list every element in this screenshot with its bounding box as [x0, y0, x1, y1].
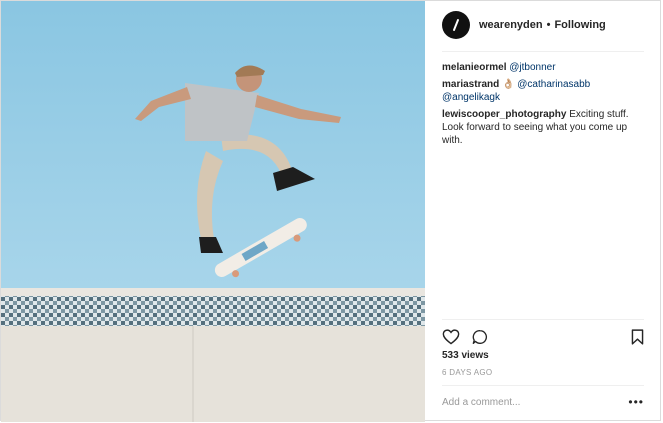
ok-hand-emoji: 👌🏼: [502, 79, 515, 90]
avatar[interactable]: [442, 11, 470, 39]
post-photo[interactable]: [1, 1, 425, 422]
post-header: wearenyden • Following: [442, 10, 606, 40]
actions-divider: [442, 319, 644, 320]
separator-dot: •: [546, 19, 551, 31]
comment-mention[interactable]: @jtbonner: [509, 62, 555, 73]
post-card: wearenyden • Following melanieormel @jtb…: [0, 0, 661, 422]
post-date[interactable]: 6 DAYS AGO: [442, 368, 492, 377]
follow-status-button[interactable]: Following: [554, 19, 605, 31]
post-sidebar: wearenyden • Following melanieormel @jtb…: [426, 1, 660, 420]
comments-list: melanieormel @jtbonner mariastrand 👌🏼 @c…: [442, 61, 647, 151]
comment-mention[interactable]: @catharinasabb: [517, 79, 590, 90]
comment-username[interactable]: mariastrand: [442, 79, 499, 90]
comment-input-divider: [442, 385, 644, 386]
comment-mention[interactable]: @angelikagk: [442, 92, 500, 103]
action-bar: [442, 328, 644, 346]
add-comment-bar: Add a comment... •••: [442, 394, 644, 410]
header-text: wearenyden • Following: [479, 19, 606, 31]
slash-logo-icon: [453, 19, 459, 31]
header-divider: [442, 51, 644, 52]
add-comment-input[interactable]: Add a comment...: [442, 397, 628, 408]
comment-icon[interactable]: [472, 329, 488, 345]
comment-username[interactable]: melanieormel: [442, 62, 506, 73]
comment-item: lewiscooper_photography Exciting stuff. …: [442, 108, 647, 147]
view-count[interactable]: 533 views: [442, 350, 489, 361]
username-link[interactable]: wearenyden: [479, 19, 543, 31]
more-options-icon[interactable]: •••: [628, 395, 644, 409]
heart-icon[interactable]: [442, 329, 460, 345]
comment-item: melanieormel @jtbonner: [442, 61, 647, 74]
comment-item: mariastrand 👌🏼 @catharinasabb @angelikag…: [442, 78, 647, 104]
bookmark-icon[interactable]: [631, 329, 644, 345]
comment-username[interactable]: lewiscooper_photography: [442, 109, 566, 120]
